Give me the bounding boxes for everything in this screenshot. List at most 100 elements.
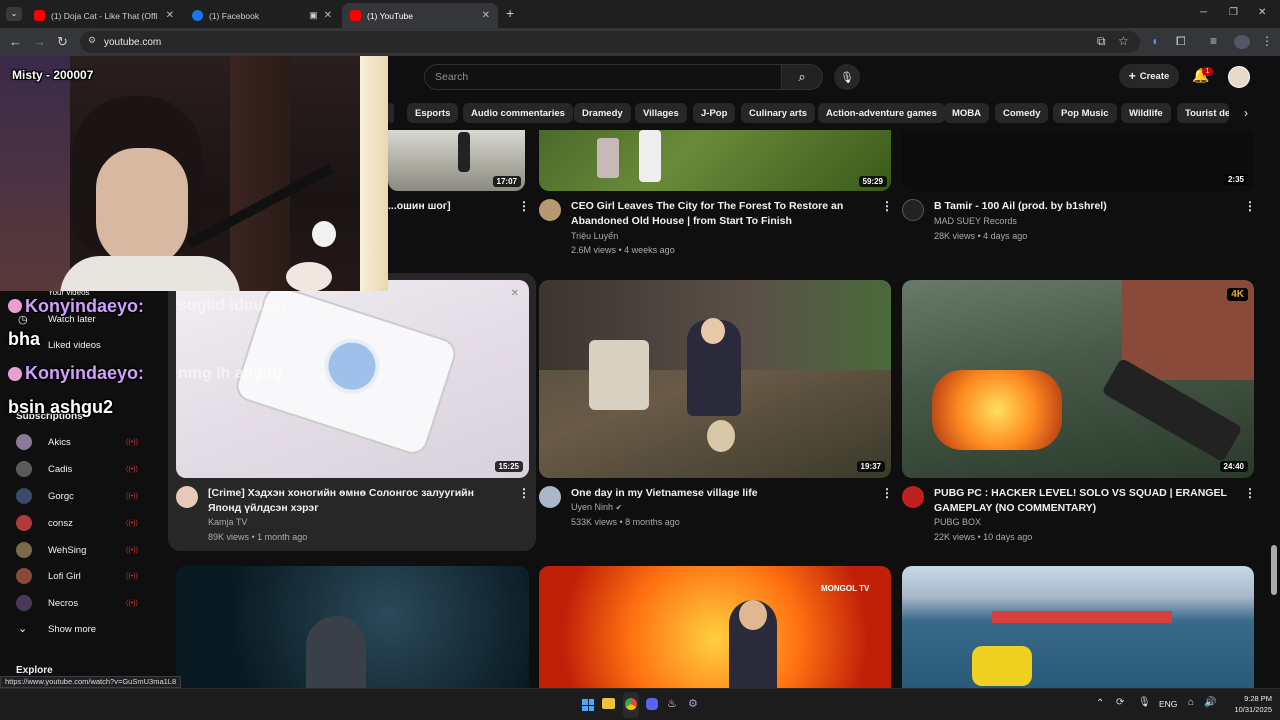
- voice-search-button[interactable]: 🎙: [834, 64, 860, 90]
- back-icon[interactable]: ←: [9, 34, 22, 49]
- chip-tourist-destinations[interactable]: Tourist de: [1177, 103, 1229, 123]
- network-icon[interactable]: ⌂: [1188, 697, 1194, 708]
- create-label: Create: [1139, 70, 1170, 82]
- search-input[interactable]: Search: [424, 64, 782, 90]
- tab-search-dropdown[interactable]: ⌄: [6, 7, 22, 21]
- tab-youtube[interactable]: (1) YouTube ✕: [342, 3, 498, 28]
- forward-icon[interactable]: →: [33, 34, 46, 49]
- more-options-icon[interactable]: ⋮: [1244, 486, 1256, 500]
- mute-icon[interactable]: ✕: [511, 288, 519, 299]
- tray-overflow-icon[interactable]: ⌃: [1096, 698, 1104, 709]
- sidebar-item-gorgc[interactable]: Gorgc: [48, 491, 74, 502]
- close-tab-icon[interactable]: ✕: [482, 10, 490, 21]
- profile-avatar-icon[interactable]: [1234, 35, 1250, 49]
- sidebar-item-necros[interactable]: Necros: [48, 598, 78, 609]
- discord-icon[interactable]: [646, 698, 658, 710]
- volume-icon[interactable]: 🔊: [1204, 697, 1216, 708]
- start-windows-icon[interactable]: [582, 699, 594, 711]
- video-thumbnail[interactable]: 59:29: [539, 130, 891, 191]
- chip-esports[interactable]: Esports: [407, 103, 459, 123]
- close-tab-icon[interactable]: ✕: [324, 10, 332, 21]
- channel-avatar[interactable]: [539, 486, 561, 508]
- extensions-puzzle-icon[interactable]: ⧠: [1176, 34, 1186, 49]
- live-icon: ((•)): [126, 547, 138, 554]
- browser-menu-icon[interactable]: ⋮: [1261, 34, 1273, 48]
- sidebar-show-more[interactable]: Show more: [48, 624, 96, 635]
- video-thumbnail[interactable]: 2:35: [902, 130, 1254, 191]
- chip-wildlife[interactable]: Wildlife: [1121, 103, 1171, 123]
- sidebar-item-consz[interactable]: consz: [48, 518, 73, 529]
- reload-icon[interactable]: ↻: [57, 34, 68, 50]
- channel-name[interactable]: Triệu Luyến: [571, 229, 618, 244]
- channel-name[interactable]: Kamja TV: [208, 515, 247, 530]
- sidebar-item-wehsing[interactable]: WehSing: [48, 545, 86, 556]
- chip-audio-commentaries[interactable]: Audio commentaries: [463, 103, 573, 123]
- more-options-icon[interactable]: ⋮: [881, 199, 893, 213]
- close-tab-icon[interactable]: ✕: [166, 10, 174, 21]
- bookmark-star-icon[interactable]: ☆: [1118, 34, 1129, 48]
- steam-icon[interactable]: ⚙: [688, 697, 698, 710]
- microphone-tray-icon[interactable]: 🎙: [1138, 697, 1151, 708]
- sidebar-item-akics[interactable]: Akics: [48, 437, 71, 448]
- channel-avatar[interactable]: [902, 486, 924, 508]
- more-options-icon[interactable]: ⋮: [518, 486, 530, 500]
- video-thumbnail[interactable]: 17:07: [388, 130, 525, 191]
- install-app-icon[interactable]: ⧉: [1097, 34, 1106, 49]
- chip-partial[interactable]: [388, 103, 394, 123]
- close-window-button[interactable]: ✕: [1258, 7, 1266, 18]
- video-title[interactable]: One day in my Vietnamese village life: [571, 486, 758, 501]
- chip-comedy[interactable]: Comedy: [995, 103, 1049, 123]
- create-button[interactable]: + Create: [1119, 64, 1179, 88]
- sync-icon[interactable]: ⟳: [1116, 697, 1124, 708]
- video-thumbnail[interactable]: 4K 24:40: [902, 280, 1254, 478]
- chip-moba[interactable]: MOBA: [944, 103, 990, 123]
- search-button[interactable]: ⌕: [781, 64, 823, 90]
- channel-name[interactable]: Uyen Ninh: [571, 502, 613, 512]
- site-info-icon[interactable]: ⚙: [88, 35, 96, 46]
- more-options-icon[interactable]: ⋮: [1244, 199, 1256, 213]
- app-icon[interactable]: ♨: [667, 697, 677, 710]
- channel-avatar[interactable]: [902, 199, 924, 221]
- channel-name[interactable]: MAD SUEY Records: [934, 214, 1017, 229]
- channel-avatar[interactable]: [539, 199, 561, 221]
- language-indicator[interactable]: ENG: [1159, 699, 1177, 709]
- account-avatar[interactable]: [1228, 66, 1250, 88]
- channel-name[interactable]: PUBG BOX: [934, 515, 981, 530]
- video-thumbnail[interactable]: [176, 566, 529, 688]
- chip-dramedy[interactable]: Dramedy: [574, 103, 631, 123]
- sidebar-item-liked-videos[interactable]: Liked videos: [48, 340, 101, 351]
- search-placeholder: Search: [435, 71, 469, 83]
- maximize-button[interactable]: ❐: [1229, 7, 1238, 18]
- webcam-curtain: [230, 56, 290, 291]
- clock[interactable]: 9:28 PM 10/31/2025: [1222, 693, 1272, 715]
- address-bar[interactable]: ⚙ youtube.com: [80, 31, 1140, 53]
- chrome-icon[interactable]: [625, 698, 637, 710]
- new-tab-button[interactable]: +: [506, 5, 514, 21]
- video-title[interactable]: ...ошин шог]: [388, 199, 451, 214]
- video-title[interactable]: PUBG PC : HACKER LEVEL! SOLO VS SQUAD | …: [934, 486, 1234, 516]
- sidebar-item-cadis[interactable]: Cadis: [48, 464, 72, 475]
- video-title[interactable]: [Crime] Хэдхэн хоногийн өмнө Солонгос за…: [208, 486, 508, 516]
- tab-doja-cat[interactable]: (1) Doja Cat - Like That (Offi ✕: [26, 3, 182, 28]
- file-explorer-icon[interactable]: [602, 698, 615, 709]
- media-controls-icon[interactable]: ≡: [1210, 34, 1217, 48]
- chip-villages[interactable]: Villages: [635, 103, 687, 123]
- video-thumbnail[interactable]: MONGOL TV: [539, 566, 891, 688]
- chip-action-adventure-games[interactable]: Action-adventure games: [818, 103, 945, 123]
- more-options-icon[interactable]: ⋮: [518, 199, 530, 213]
- minimize-button[interactable]: ─: [1200, 7, 1207, 18]
- tab-facebook[interactable]: (1) Facebook ▣ ✕: [184, 3, 340, 28]
- chip-j-pop[interactable]: J-Pop: [693, 103, 736, 123]
- page-scrollbar[interactable]: [1271, 545, 1277, 595]
- more-options-icon[interactable]: ⋮: [881, 486, 893, 500]
- video-title[interactable]: B Tamir - 100 Ail (prod. by b1shrel): [934, 199, 1107, 214]
- video-thumbnail[interactable]: [902, 566, 1254, 688]
- sidebar-item-lofi-girl[interactable]: Lofi Girl: [48, 571, 81, 582]
- chip-pop-music[interactable]: Pop Music: [1053, 103, 1117, 123]
- chevron-right-icon[interactable]: ›: [1244, 106, 1248, 120]
- extension-icon[interactable]: ◖: [1151, 34, 1158, 48]
- video-thumbnail[interactable]: 19:37: [539, 280, 891, 478]
- channel-avatar[interactable]: [176, 486, 198, 508]
- video-title[interactable]: CEO Girl Leaves The City for The Forest …: [571, 199, 871, 229]
- chip-culinary-arts[interactable]: Culinary arts: [741, 103, 816, 123]
